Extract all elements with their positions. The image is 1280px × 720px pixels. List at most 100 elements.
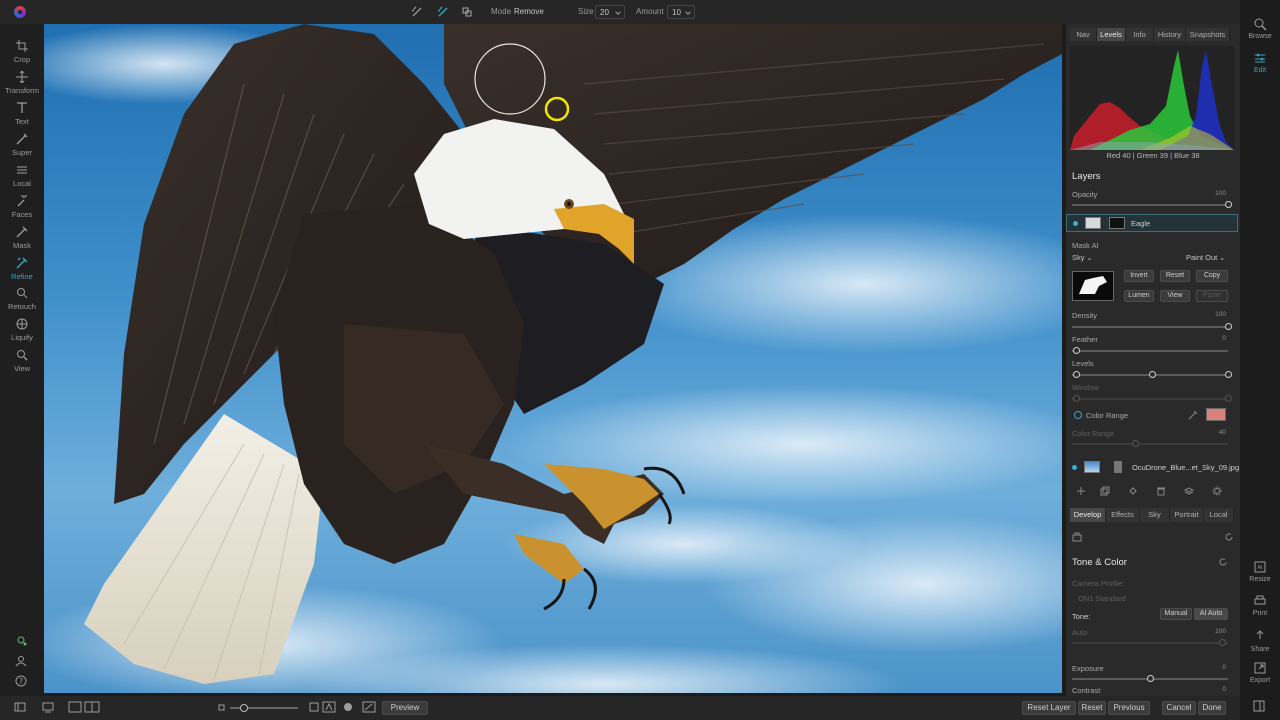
- window-right-knob[interactable]: [1225, 395, 1232, 402]
- reset-tone-icon[interactable]: [1218, 557, 1228, 567]
- help-icon[interactable]: ?: [15, 675, 27, 687]
- reset-layer-button[interactable]: Reset Layer: [1022, 701, 1076, 715]
- module-export[interactable]: Export: [1240, 661, 1280, 684]
- copy-mask-button[interactable]: Copy: [1196, 270, 1228, 282]
- lumen-button[interactable]: Lumen: [1124, 290, 1154, 302]
- zoom-slider[interactable]: [230, 704, 298, 712]
- preview-button[interactable]: Preview: [382, 701, 428, 715]
- tool-faces[interactable]: Faces: [0, 195, 44, 225]
- opacity-knob[interactable]: [1225, 201, 1232, 208]
- layer-row-eagle[interactable]: Eagle: [1066, 214, 1238, 232]
- zoom-knob[interactable]: [240, 704, 248, 712]
- reset-button[interactable]: Reset: [1078, 701, 1106, 715]
- color-range-toggle[interactable]: [1074, 411, 1082, 419]
- reset-develop-icon[interactable]: [1224, 532, 1234, 542]
- layer-settings-gear-icon[interactable]: [1212, 486, 1222, 496]
- window-slider[interactable]: [1072, 395, 1232, 402]
- tool-view[interactable]: View: [0, 349, 44, 379]
- tone-ai-auto-button[interactable]: AI Auto: [1194, 608, 1228, 620]
- network-icon[interactable]: [15, 634, 27, 646]
- user-icon[interactable]: [15, 655, 27, 667]
- exposure-knob[interactable]: [1147, 675, 1154, 682]
- tab-history[interactable]: History: [1154, 28, 1186, 41]
- cancel-button[interactable]: Cancel: [1162, 701, 1196, 715]
- levels-mid-knob[interactable]: [1149, 371, 1156, 378]
- tab-nav[interactable]: Nav: [1070, 28, 1097, 41]
- tool-text[interactable]: Text: [0, 102, 44, 132]
- levels-white-knob[interactable]: [1225, 371, 1232, 378]
- layer-row-sky[interactable]: OcuDrone_Blue...et_Sky_09.jpg: [1066, 459, 1239, 477]
- perfect-brush-icon[interactable]: [436, 5, 450, 19]
- filmstrip-icon[interactable]: [42, 701, 54, 713]
- module-browse[interactable]: Browse: [1240, 17, 1280, 40]
- density-knob[interactable]: [1225, 323, 1232, 330]
- tab-portrait[interactable]: Portrait: [1170, 508, 1204, 522]
- feather-knob[interactable]: [1073, 347, 1080, 354]
- tab-snapshots[interactable]: Snapshots: [1186, 28, 1230, 41]
- mask-subject-select[interactable]: Sky: [1072, 253, 1092, 262]
- camera-profile-value[interactable]: ON1 Standard: [1078, 594, 1126, 603]
- layer-visibility-dot[interactable]: [1073, 221, 1078, 226]
- done-button[interactable]: Done: [1198, 701, 1226, 715]
- exposure-slider[interactable]: [1072, 675, 1228, 682]
- single-view-icon[interactable]: [68, 701, 82, 713]
- tone-manual-button[interactable]: Manual: [1160, 608, 1192, 620]
- tab-sky[interactable]: Sky: [1140, 508, 1170, 522]
- duplicate-layer-icon[interactable]: [1100, 486, 1110, 496]
- tab-levels[interactable]: Levels: [1097, 28, 1126, 41]
- size-select[interactable]: 20: [595, 5, 625, 19]
- auto-knob[interactable]: [1219, 639, 1226, 646]
- feather-slider[interactable]: [1072, 347, 1228, 354]
- text-overlay-icon[interactable]: [322, 701, 336, 713]
- tool-crop[interactable]: Crop: [0, 40, 44, 70]
- zoom-out-icon[interactable]: [218, 701, 226, 713]
- opacity-slider[interactable]: [1072, 201, 1232, 208]
- layer-visibility-dot[interactable]: [1072, 465, 1077, 470]
- tool-mask[interactable]: Mask: [0, 226, 44, 256]
- module-edit[interactable]: Edit: [1240, 51, 1280, 74]
- tool-retouch[interactable]: Retouch: [0, 287, 44, 317]
- tool-refine[interactable]: Refine: [0, 257, 44, 287]
- window-left-knob[interactable]: [1073, 395, 1080, 402]
- auto-slider[interactable]: [1072, 639, 1228, 646]
- density-slider[interactable]: [1072, 323, 1232, 330]
- eyedropper-icon[interactable]: [1188, 410, 1198, 420]
- mask-overlay-icon[interactable]: [342, 701, 354, 713]
- clipping-icon[interactable]: [362, 701, 376, 713]
- color-range-knob[interactable]: [1132, 440, 1139, 447]
- tool-super[interactable]: Super: [0, 133, 44, 163]
- previous-button[interactable]: Previous: [1108, 701, 1150, 715]
- add-layer-icon[interactable]: [1076, 486, 1086, 496]
- color-range-slider[interactable]: [1072, 440, 1228, 447]
- tool-transform[interactable]: Transform: [0, 71, 44, 101]
- levels-slider[interactable]: [1072, 371, 1232, 378]
- stack-layers-icon[interactable]: [1184, 486, 1194, 496]
- tool-liquify[interactable]: Liquify: [0, 318, 44, 348]
- tab-local[interactable]: Local: [1204, 508, 1234, 522]
- reset-mask-button[interactable]: Reset: [1160, 270, 1190, 282]
- paste-mask-button[interactable]: Paste: [1196, 290, 1228, 302]
- module-share[interactable]: Share: [1240, 630, 1280, 653]
- app-logo-icon[interactable]: [14, 6, 26, 18]
- module-resize[interactable]: AI Resize: [1240, 560, 1280, 583]
- tab-develop[interactable]: Develop: [1070, 508, 1106, 522]
- photo-canvas[interactable]: [44, 24, 1062, 693]
- refine-brush-icon[interactable]: [410, 5, 424, 19]
- toggle-panel-icon[interactable]: [1253, 700, 1265, 712]
- view-mask-button[interactable]: View: [1160, 290, 1190, 302]
- levels-black-knob[interactable]: [1073, 371, 1080, 378]
- module-print[interactable]: Print: [1240, 594, 1280, 617]
- chisel-icon[interactable]: [460, 5, 474, 19]
- delete-layer-icon[interactable]: [1156, 486, 1166, 496]
- compare-view-icon[interactable]: [84, 701, 100, 713]
- invert-button[interactable]: Invert: [1124, 270, 1154, 282]
- color-range-swatch[interactable]: [1206, 408, 1226, 421]
- toggle-left-panel-icon[interactable]: [14, 701, 26, 713]
- zoom-in-icon[interactable]: [308, 701, 320, 713]
- fill-layer-icon[interactable]: [1128, 486, 1138, 496]
- tab-effects[interactable]: Effects: [1106, 508, 1140, 522]
- mask-mode-select[interactable]: Paint Out: [1186, 253, 1225, 262]
- mode-value[interactable]: Remove: [514, 7, 544, 16]
- tool-local[interactable]: Local: [0, 164, 44, 194]
- amount-select[interactable]: 10: [667, 5, 695, 19]
